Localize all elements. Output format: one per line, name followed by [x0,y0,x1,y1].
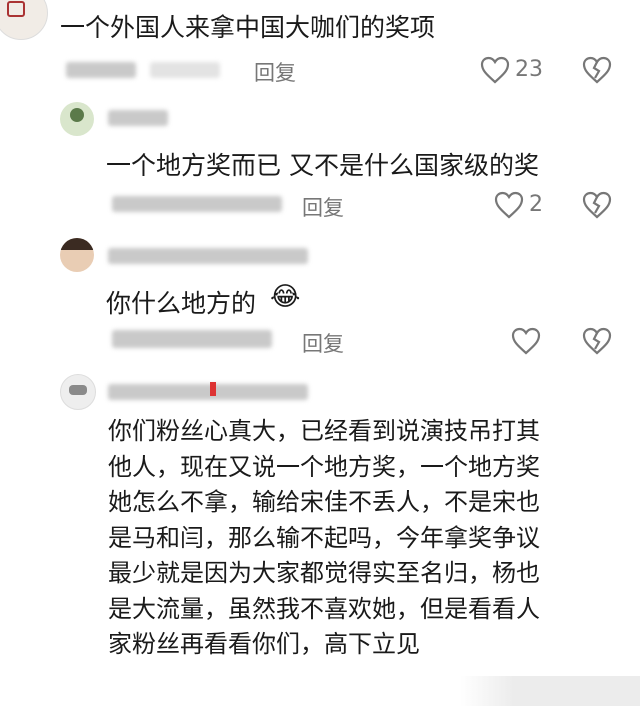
comment-text: 你什么地方的 [106,289,257,318]
comment-text: 一个地方奖而已 又不是什么国家级的奖 [106,151,539,180]
like-count: 23 [515,57,543,82]
reply-button[interactable]: 回复 [302,328,344,358]
broken-heart-icon[interactable] [582,191,612,219]
username-blurred [66,62,136,78]
laughing-emoji: 😂 [270,282,301,312]
comment-text-long: 你们粉丝心真大，已经看到说演技吊打其 他人，现在又说一个地方奖，一个地方奖 她怎… [108,414,588,663]
watermark-overlay [460,676,640,706]
comment-line: 是马和闫，那么输不起吗，今年拿奖争议 [108,523,540,552]
avatar[interactable] [60,102,94,136]
reply-button[interactable]: 回复 [302,192,344,222]
time-blurred [112,196,282,212]
username-blurred [108,110,168,126]
avatar[interactable] [60,374,96,410]
time-blurred [112,330,272,348]
comment-line: 最少就是因为大家都觉得实至名归，杨也 [108,559,540,587]
broken-heart-icon[interactable] [582,56,612,84]
heart-outline-icon[interactable] [511,327,541,355]
time-blurred [150,62,220,78]
heart-outline-icon[interactable] [494,191,524,219]
comment-line: 她怎么不拿，输给宋佳不丢人，不是宋也 [108,488,540,516]
username-blurred [108,384,308,400]
comment-text: 一个外国人来拿中国大咖们的奖项 [60,13,436,42]
avatar[interactable] [60,238,94,272]
username-blurred [108,248,308,264]
broken-heart-icon[interactable] [582,327,612,355]
avatar-figure [70,108,84,122]
comment-line: 是大流量，虽然我不喜欢她，但是看看人 [108,594,540,623]
avatar[interactable] [0,0,48,40]
comment-line: 家粉丝再看看你们，高下立见 [108,630,420,658]
comment-line: 他人，现在又说一个地方奖，一个地方奖 [108,452,540,481]
like-count: 2 [529,192,543,217]
reply-button[interactable]: 回复 [254,57,296,87]
comment-line: 你们粉丝心真大，已经看到说演技吊打其 [108,417,540,445]
avatar-figure [69,385,87,395]
red-marker [210,382,216,396]
avatar-hair [60,238,94,250]
heart-outline-icon[interactable] [480,56,510,84]
avatar-drawing [7,1,25,17]
